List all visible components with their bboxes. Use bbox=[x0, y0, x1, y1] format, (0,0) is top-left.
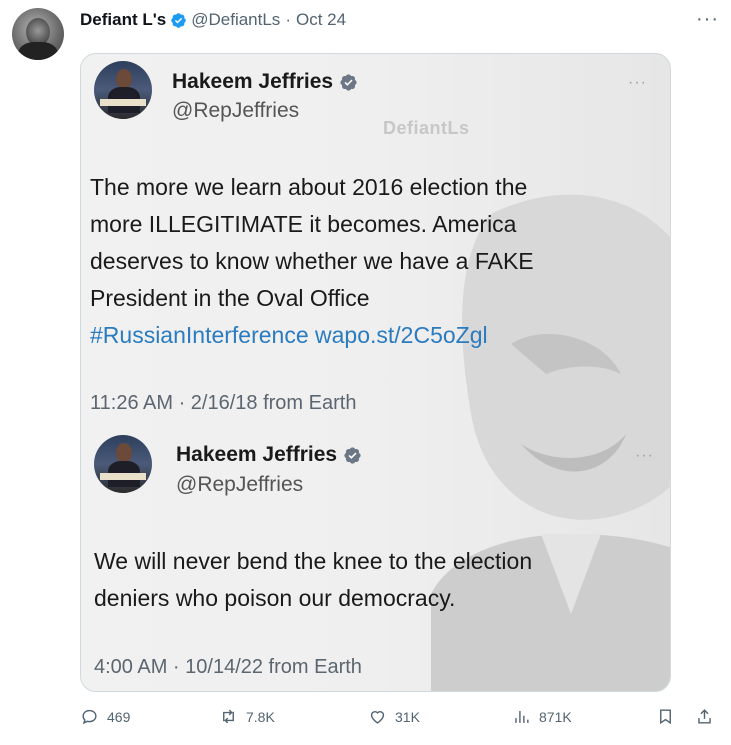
tweet2-avatar bbox=[94, 435, 152, 493]
tweet1-links: #RussianInterference wapo.st/2C5oZgl bbox=[90, 317, 534, 354]
tweet1-line: The more we learn about 2016 election th… bbox=[90, 174, 528, 200]
tweet2-name-text: Hakeem Jeffries bbox=[176, 443, 338, 466]
reply-count: 469 bbox=[107, 708, 131, 725]
tweet2-verified-icon bbox=[344, 446, 361, 464]
bookmark-button[interactable] bbox=[656, 707, 675, 726]
hashtag-link: #RussianInterference bbox=[90, 322, 309, 348]
analytics-icon bbox=[515, 710, 529, 723]
tweet1-more-icon: ··· bbox=[628, 74, 647, 91]
tweet1-handle: @RepJeffries bbox=[172, 99, 300, 122]
tweet2-handle: @RepJeffries bbox=[176, 473, 304, 496]
repost-icon bbox=[223, 709, 234, 724]
tweet1-name: Hakeem Jeffries bbox=[172, 70, 362, 94]
tweet1-text: The more we learn about 2016 election th… bbox=[90, 169, 534, 354]
like-button[interactable]: 31K bbox=[368, 707, 420, 726]
reply-button[interactable]: 469 bbox=[80, 707, 130, 726]
tweet2-name: Hakeem Jeffries bbox=[176, 443, 366, 467]
author-handle[interactable]: @DefiantLs bbox=[191, 10, 280, 30]
tweet2-line: deniers who poison our democracy. bbox=[94, 585, 456, 611]
share-icon bbox=[698, 709, 711, 724]
tweet1-verified-icon bbox=[340, 73, 357, 91]
share-button[interactable] bbox=[695, 707, 714, 726]
tweet1-line: deserves to know whether we have a FAKE bbox=[90, 248, 534, 274]
post-image[interactable]: DefiantLs Hakeem Jeffries @RepJeffries ·… bbox=[80, 53, 671, 692]
repost-count: 7.8K bbox=[246, 708, 275, 725]
post-date[interactable]: Oct 24 bbox=[296, 10, 346, 30]
post-header: Defiant L's @DefiantLs · Oct 24 bbox=[80, 10, 346, 30]
url-link: wapo.st/2C5oZgl bbox=[315, 322, 488, 348]
tweet2-avatar-nameplate bbox=[100, 473, 146, 480]
heart-icon bbox=[370, 711, 385, 724]
tweet1-avatar-nameplate bbox=[100, 99, 146, 106]
tweet2-more-icon: ··· bbox=[635, 447, 654, 464]
tweet1-avatar bbox=[94, 61, 152, 119]
tweet1-avatar-head bbox=[116, 69, 132, 89]
author-avatar[interactable] bbox=[12, 8, 64, 60]
views-count: 871K bbox=[539, 708, 572, 725]
tweet1-name-text: Hakeem Jeffries bbox=[172, 70, 334, 93]
more-options-button[interactable]: ··· bbox=[696, 8, 719, 31]
tweet2-avatar-head bbox=[116, 443, 132, 463]
tweet2-line: We will never bend the knee to the elect… bbox=[94, 548, 533, 574]
tweet2-text: We will never bend the knee to the elect… bbox=[94, 543, 532, 617]
header-separator: · bbox=[285, 10, 291, 29]
avatar-body-shape bbox=[18, 42, 58, 60]
repost-button[interactable]: 7.8K bbox=[219, 707, 275, 726]
bookmark-icon bbox=[660, 709, 671, 725]
tweet1-line: more ILLEGITIMATE it becomes. America bbox=[90, 211, 517, 237]
reply-icon bbox=[82, 709, 97, 725]
author-name[interactable]: Defiant L's bbox=[80, 10, 166, 30]
post-actions-bar: 469 7.8K 31K 871K bbox=[80, 705, 720, 733]
tweet1-line: President in the Oval Office bbox=[90, 285, 370, 311]
tweet2-timestamp: 4:00 AM · 10/14/22 from Earth bbox=[94, 656, 362, 678]
verified-badge-icon bbox=[171, 12, 186, 28]
watermark-text: DefiantLs bbox=[383, 118, 470, 138]
like-count: 31K bbox=[395, 708, 420, 725]
tweet1-timestamp: 11:26 AM · 2/16/18 from Earth bbox=[90, 392, 357, 414]
views-button[interactable]: 871K bbox=[512, 707, 572, 726]
